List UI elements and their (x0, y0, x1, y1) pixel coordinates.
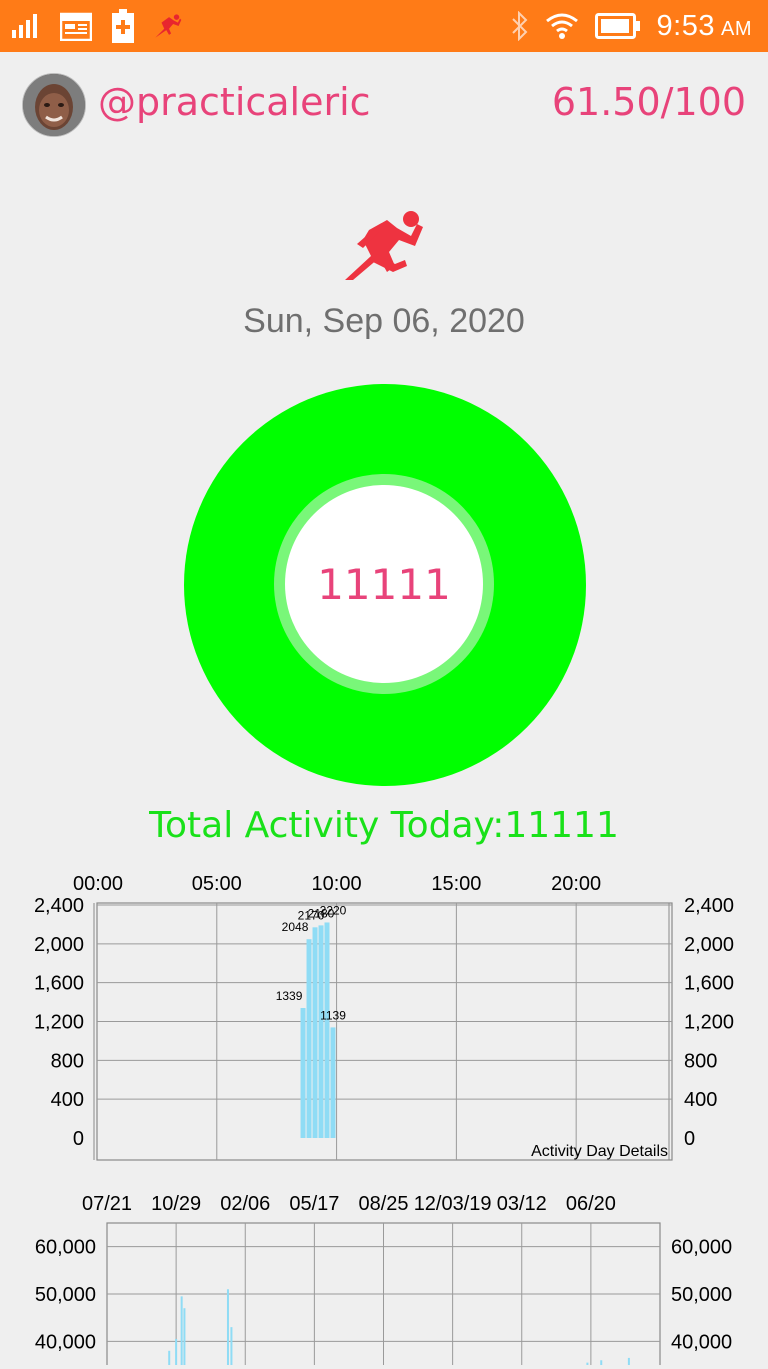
y-tick-label-left: 40,000 (35, 1331, 96, 1353)
bar-data-label: 2220 (320, 903, 347, 917)
bar (330, 1027, 336, 1138)
user-photo (23, 74, 85, 136)
y-tick-label-right: 0 (684, 1128, 695, 1150)
x-tick-label: 10:00 (312, 873, 362, 895)
x-tick-label: 03/12 (497, 1193, 547, 1215)
y-tick-label-left: 800 (51, 1050, 84, 1072)
y-tick-label-left: 50,000 (35, 1284, 96, 1306)
x-tick-label: 05/17 (289, 1193, 339, 1215)
calendar-icon (60, 12, 92, 41)
bar (226, 1289, 229, 1369)
bar-data-label: 1339 (276, 989, 303, 1003)
x-tick-label: 07/21 (82, 1193, 132, 1215)
x-tick-label: 15:00 (431, 873, 481, 895)
day-activity-chart-svg: 00:00 05:00 10:00 15:00 20:00 0 0 400 400 800 800 1… (34, 873, 734, 1161)
bar (627, 1357, 630, 1369)
bluetooth-icon (511, 11, 527, 41)
bar-data-label: 1139 (320, 1008, 346, 1022)
plot-frame (96, 902, 673, 1161)
y-tick-label-right: 50,000 (671, 1284, 732, 1306)
y-tick-label-left: 1,600 (34, 973, 84, 995)
x-tick-label: 20:00 (551, 873, 601, 895)
y-tick-label-left: 2,400 (34, 895, 84, 917)
y-tick-label-right: 2,400 (684, 895, 734, 917)
bar (306, 939, 312, 1138)
y-tick-label-right: 2,000 (684, 934, 734, 956)
bar (168, 1350, 171, 1369)
activity-ring-value: 11111 (317, 560, 451, 609)
bar (183, 1308, 186, 1369)
status-bar: 9:53 AM (0, 0, 768, 52)
history-activity-chart-svg: 07/21 10/29 02/06 05/17 08/25 12/03/19 03/12 06… (35, 1193, 732, 1369)
bar (324, 922, 330, 1138)
runner-icon (345, 211, 423, 280)
bar (175, 1338, 178, 1369)
battery-icon (594, 13, 640, 39)
bar (312, 927, 318, 1138)
y-tick-label-left: 0 (73, 1128, 84, 1150)
bar (180, 1296, 183, 1369)
username[interactable]: @practicaleric (98, 80, 371, 124)
x-tick-label: 02/06 (220, 1193, 270, 1215)
x-tick-label: 00:00 (73, 873, 123, 895)
x-tick-label: 10/29 (151, 1193, 201, 1215)
history-activity-chart: 07/21 10/29 02/06 05/17 08/25 12/03/19 03/12 06… (0, 1186, 768, 1369)
clock: 9:53 AM (656, 9, 752, 42)
x-tick-label: 05:00 (192, 873, 242, 895)
y-tick-label-right: 40,000 (671, 1331, 732, 1353)
bar (230, 1327, 233, 1369)
y-tick-label-right: 800 (684, 1050, 717, 1072)
bar (600, 1360, 603, 1369)
y-tick-label-left: 1,200 (34, 1012, 84, 1034)
runner-notification-icon (155, 14, 182, 38)
y-tick-label-left: 2,000 (34, 934, 84, 956)
y-tick-label-right: 1,200 (684, 1012, 734, 1034)
bar (300, 1008, 306, 1138)
bar (318, 925, 324, 1138)
score: 61.50/100 (551, 80, 746, 124)
x-tick-label: 12/03/19 (414, 1193, 492, 1215)
chart-caption: Activity Day Details (531, 1143, 668, 1160)
y-tick-label-right: 1,600 (684, 973, 734, 995)
signal-icon (12, 14, 37, 38)
activity-date: Sun, Sep 06, 2020 (243, 302, 525, 340)
y-tick-label-left: 400 (51, 1089, 84, 1111)
wifi-icon (545, 13, 578, 39)
y-tick-label-right: 60,000 (671, 1237, 732, 1259)
y-tick-label-left: 60,000 (35, 1237, 96, 1259)
day-activity-chart: 00:00 05:00 10:00 15:00 20:00 0 0 400 400 800 800 1… (0, 866, 768, 1166)
battery-saver-icon (112, 9, 134, 43)
x-tick-label: 06/20 (566, 1193, 616, 1215)
x-tick-label: 08/25 (358, 1193, 408, 1215)
avatar[interactable] (22, 73, 86, 137)
y-tick-label-right: 400 (684, 1089, 717, 1111)
total-activity-label: Total Activity Today:11111 (149, 805, 619, 846)
